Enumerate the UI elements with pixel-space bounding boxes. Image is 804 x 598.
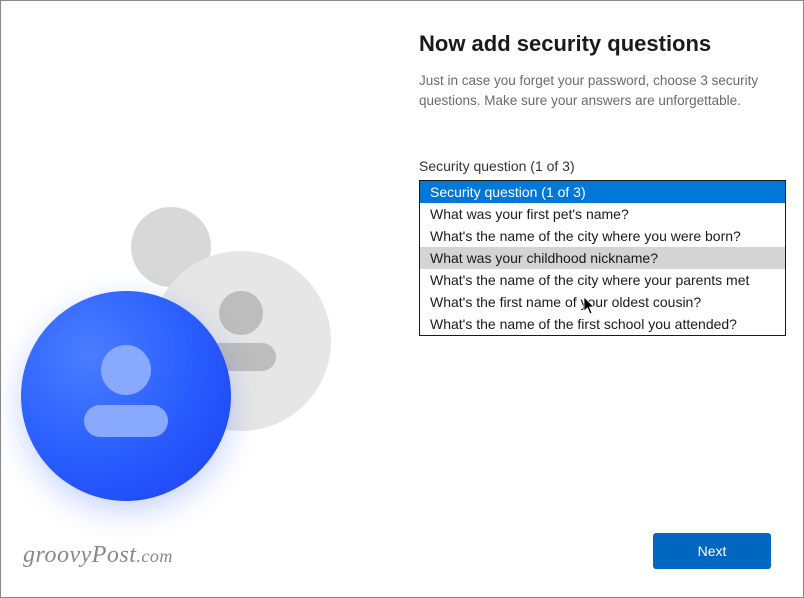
main-content: Now add security questions Just in case … [419, 31, 779, 336]
oobe-illustration [1, 201, 381, 581]
dropdown-option[interactable]: What's the name of the city where your p… [420, 269, 785, 291]
next-button[interactable]: Next [653, 533, 771, 569]
avatar-blue-icon [21, 291, 231, 501]
dropdown-option[interactable]: Security question (1 of 3) [420, 181, 785, 203]
dropdown-option[interactable]: What's the first name of your oldest cou… [420, 291, 785, 313]
dropdown-option[interactable]: What was your first pet's name? [420, 203, 785, 225]
watermark-suffix: .com [136, 546, 173, 566]
watermark: groovyPost.com [23, 542, 173, 569]
dropdown-option[interactable]: What's the name of the city where you we… [420, 225, 785, 247]
dropdown-option[interactable]: What's the name of the first school you … [420, 313, 785, 335]
security-question-label: Security question (1 of 3) [419, 158, 779, 174]
dropdown-option[interactable]: What was your childhood nickname? [420, 247, 785, 269]
page-title: Now add security questions [419, 31, 779, 57]
watermark-brand: groovyPost [23, 542, 136, 568]
security-question-dropdown[interactable]: Security question (1 of 3)What was your … [419, 180, 786, 336]
page-subtitle: Just in case you forget your password, c… [419, 71, 779, 110]
